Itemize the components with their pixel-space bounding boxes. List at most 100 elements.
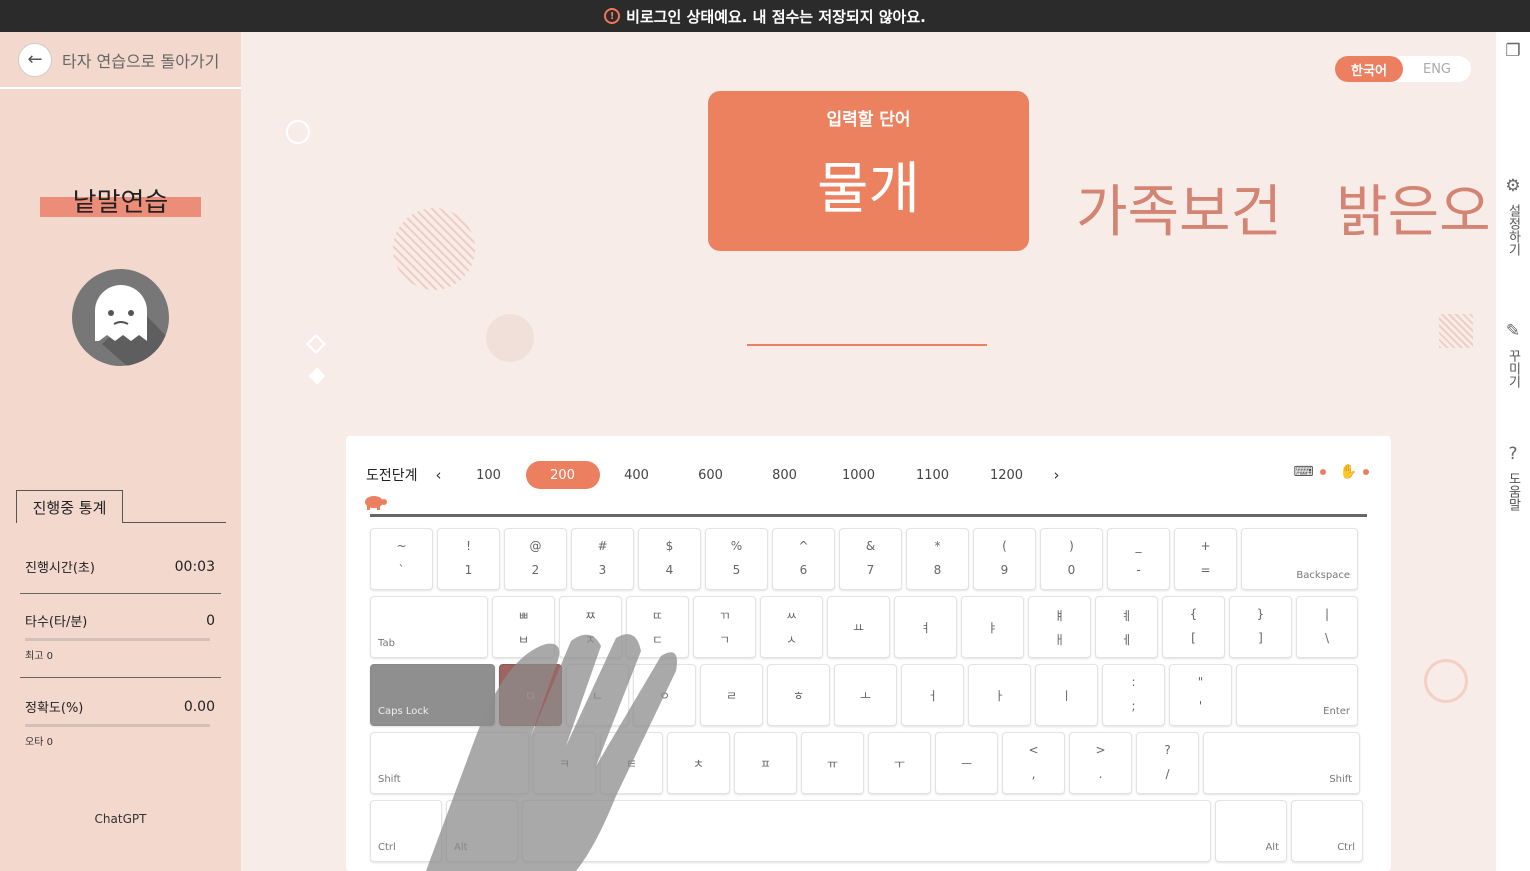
level-option[interactable]: 1000: [822, 461, 896, 489]
key-p[interactable]: ㅖㅔ: [1095, 596, 1158, 658]
key-5[interactable]: % 5: [705, 528, 768, 590]
key-9[interactable]: (9: [973, 528, 1036, 590]
key-t[interactable]: ㅆㅅ: [760, 596, 823, 658]
key-minus[interactable]: _ -: [1107, 528, 1170, 590]
settings-button[interactable]: ⚙ 설정하기: [1496, 177, 1530, 257]
key-ctrl-right[interactable]: Ctrl: [1291, 800, 1363, 862]
banner-text: 비로그인 상태예요. 내 점수는 저장되지 않아요.: [626, 7, 926, 26]
virtual-keyboard: 도전단계 ‹ 100 200 400 600 800 1000 1100 120…: [346, 436, 1391, 871]
key-g[interactable]: ㅎ: [767, 664, 830, 726]
back-bar[interactable]: ← 타자 연습으로 돌아가기: [0, 32, 241, 89]
level-option[interactable]: 400: [600, 461, 674, 489]
key-ctrl-left[interactable]: Ctrl: [370, 800, 442, 862]
main-area: 한국어 ENG 입력할 단어 물개 가족보건 밝은오 도전단계 ‹ 100 20…: [241, 32, 1496, 871]
stat-accuracy: 정확도(%) 0.00 오타 0: [25, 698, 215, 748]
level-prev-icon[interactable]: ‹: [426, 466, 452, 484]
key-l[interactable]: ㅣ: [1035, 664, 1098, 726]
key-shift-left[interactable]: Shift: [370, 732, 529, 794]
key-s[interactable]: ㄴ: [566, 664, 629, 726]
key-n[interactable]: ㅜ: [868, 732, 931, 794]
turtle-icon: [362, 494, 388, 514]
key-backslash[interactable]: | \: [1296, 596, 1358, 658]
keyboard-toggle-icon[interactable]: ⌨: [1293, 464, 1326, 480]
key-comma[interactable]: <,: [1002, 732, 1065, 794]
next-word: 밝은오: [1336, 180, 1491, 245]
level-option-active[interactable]: 200: [525, 461, 600, 489]
key-e[interactable]: ㄸㄷ: [626, 596, 689, 658]
key-backspace[interactable]: Backspace: [1241, 528, 1358, 590]
level-next-icon[interactable]: ›: [1044, 466, 1070, 484]
key-8[interactable]: * 8: [906, 528, 969, 590]
key-j[interactable]: ㅓ: [901, 664, 964, 726]
key-r[interactable]: ㄲㄱ: [693, 596, 756, 658]
stat-elapsed: 진행시간(초) 00:03: [25, 558, 215, 577]
key-h[interactable]: ㅗ: [834, 664, 897, 726]
level-option[interactable]: 100: [452, 461, 526, 489]
key-enter[interactable]: Enter: [1236, 664, 1358, 726]
back-arrow-icon[interactable]: ←: [18, 42, 52, 77]
lang-english-button[interactable]: ENG: [1403, 56, 1471, 82]
key-o[interactable]: ㅒㅐ: [1028, 596, 1091, 658]
key-6[interactable]: ^ 6: [772, 528, 835, 590]
level-option[interactable]: 600: [674, 461, 748, 489]
level-option[interactable]: 1100: [896, 461, 970, 489]
progress-track: [370, 514, 1367, 517]
key-a-highlighted[interactable]: ㅁ: [499, 664, 562, 726]
key-f[interactable]: ㄹ: [700, 664, 763, 726]
login-warning-banner: ! 비로그인 상태예요. 내 점수는 저장되지 않아요.: [0, 0, 1530, 32]
key-alt-right[interactable]: Alt: [1215, 800, 1287, 862]
level-selector: 도전단계 ‹ 100 200 400 600 800 1000 1100 120…: [366, 461, 1070, 489]
key-space[interactable]: [522, 800, 1211, 862]
key-bracket-left[interactable]: {[: [1162, 596, 1225, 658]
key-u[interactable]: ㅕ: [894, 596, 957, 658]
key-z[interactable]: ㅋ: [533, 732, 596, 794]
warning-icon: !: [604, 8, 621, 24]
key-k[interactable]: ㅏ: [968, 664, 1031, 726]
lang-korean-button[interactable]: 한국어: [1335, 56, 1403, 82]
key-i[interactable]: ㅑ: [961, 596, 1024, 658]
key-y[interactable]: ㅛ: [827, 596, 890, 658]
key-3[interactable]: #3: [571, 528, 634, 590]
level-option[interactable]: 1200: [970, 461, 1044, 489]
level-title: 도전단계: [366, 468, 418, 484]
key-tilde[interactable]: ~ `: [370, 528, 433, 590]
key-0[interactable]: ) 0: [1040, 528, 1103, 590]
key-quote[interactable]: " ': [1169, 664, 1232, 726]
decorate-button[interactable]: ✎ 꾸미기: [1496, 321, 1530, 389]
back-label[interactable]: 타자 연습으로 돌아가기: [62, 48, 219, 72]
language-toggle[interactable]: 한국어 ENG: [1335, 56, 1471, 82]
key-capslock[interactable]: Caps Lock: [370, 664, 495, 726]
key-alt-left[interactable]: Alt: [446, 800, 518, 862]
stats-tab[interactable]: 진행중 통계: [16, 490, 123, 523]
key-slash[interactable]: ? /: [1136, 732, 1199, 794]
help-button[interactable]: ? 도움말: [1496, 445, 1530, 512]
level-option[interactable]: 800: [748, 461, 822, 489]
key-7[interactable]: & 7: [839, 528, 902, 590]
key-v[interactable]: ㅍ: [734, 732, 797, 794]
key-4[interactable]: $4: [638, 528, 701, 590]
key-semicolon[interactable]: :;: [1102, 664, 1165, 726]
target-word: 물개: [816, 157, 921, 222]
right-toolbar: ❐ ⚙ 설정하기 ✎ 꾸미기 ? 도움말: [1496, 32, 1530, 871]
brush-icon: ✎: [1505, 321, 1521, 341]
key-tab[interactable]: Tab: [370, 596, 488, 658]
window-icon[interactable]: ❐: [1496, 42, 1530, 69]
key-c[interactable]: ㅊ: [667, 732, 730, 794]
key-x[interactable]: ㅌ: [600, 732, 663, 794]
key-d[interactable]: ㅇ: [633, 664, 696, 726]
key-q[interactable]: ㅃㅂ: [492, 596, 555, 658]
key-equals[interactable]: + =: [1174, 528, 1237, 590]
key-b[interactable]: ㅠ: [801, 732, 864, 794]
key-m[interactable]: ㅡ: [935, 732, 998, 794]
sidebar: ← 타자 연습으로 돌아가기 낱말연습 진행중 통계 진행시간(초) 00:03 …: [0, 32, 241, 871]
key-1[interactable]: ! 1: [437, 528, 500, 590]
hand-toggle-icon[interactable]: ✋: [1340, 464, 1369, 480]
target-word-card: 입력할 단어 물개: [708, 91, 1029, 251]
key-period[interactable]: >.: [1069, 732, 1132, 794]
key-shift-right[interactable]: Shift: [1203, 732, 1360, 794]
key-2[interactable]: @2: [504, 528, 567, 590]
key-bracket-right[interactable]: }]: [1229, 596, 1292, 658]
next-word: 가족보건: [1076, 180, 1283, 245]
key-w[interactable]: ㅉㅈ: [559, 596, 622, 658]
typing-input-line[interactable]: [747, 344, 987, 346]
